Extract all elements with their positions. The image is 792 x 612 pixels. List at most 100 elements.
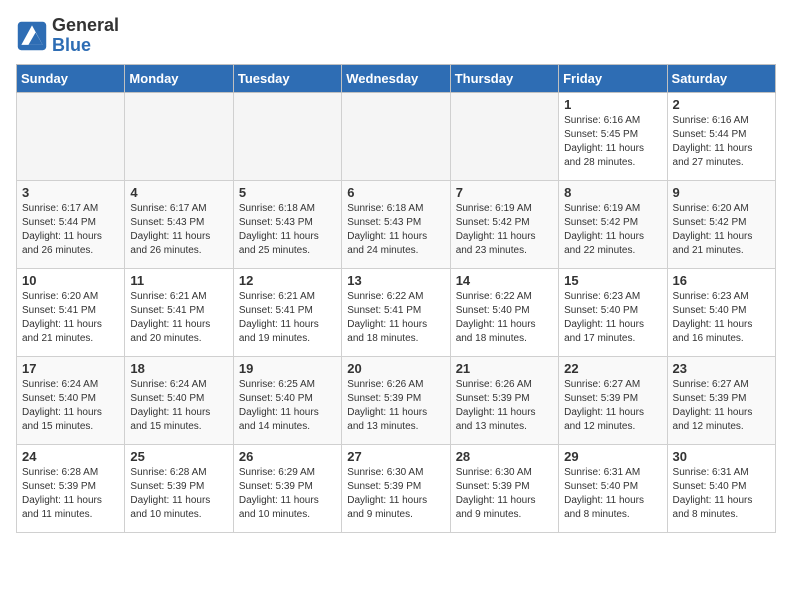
weekday-header: Wednesday	[342, 64, 450, 92]
calendar-day-cell: 1Sunrise: 6:16 AM Sunset: 5:45 PM Daylig…	[559, 92, 667, 180]
page-header: General Blue	[16, 16, 776, 56]
weekday-header: Saturday	[667, 64, 775, 92]
calendar-day-cell: 6 Sunrise: 6:18 AM Sunset: 5:43 PM Daylig…	[342, 180, 450, 268]
day-info: Sunrise: 6:27 AM Sunset: 5:39 PM Dayligh…	[564, 378, 661, 434]
day-info: Sunrise: 6:21 AM Sunset: 5:41 PM Dayligh…	[239, 290, 336, 346]
weekday-header: Sunday	[17, 64, 125, 92]
calendar-week-row: 10 Sunrise: 6:20 AM Sunset: 5:41 PM Dayli…	[17, 268, 776, 356]
day-info: Sunrise: 6:17 AM Sunset: 5:43 PM Dayligh…	[130, 202, 227, 258]
calendar-day-cell: 15 Sunrise: 6:23 AM Sunset: 5:40 PM Dayli…	[559, 268, 667, 356]
day-info: Sunrise: 6:21 AM Sunset: 5:41 PM Dayligh…	[130, 290, 227, 346]
day-info: Sunrise: 6:20 AM Sunset: 5:42 PM Dayligh…	[673, 202, 770, 258]
weekday-header: Tuesday	[233, 64, 341, 92]
day-info: Sunrise: 6:19 AM Sunset: 5:42 PM Dayligh…	[456, 202, 553, 258]
day-info: Sunrise: 6:22 AM Sunset: 5:41 PM Dayligh…	[347, 290, 444, 346]
day-info: Sunrise: 6:28 AM Sunset: 5:39 PM Dayligh…	[22, 466, 119, 522]
day-info: Sunrise: 6:18 AM Sunset: 5:43 PM Dayligh…	[347, 202, 444, 258]
day-info: Sunrise: 6:24 AM Sunset: 5:40 PM Dayligh…	[22, 378, 119, 434]
day-info: Sunrise: 6:26 AM Sunset: 5:39 PM Dayligh…	[347, 378, 444, 434]
calendar-day-cell: 7 Sunrise: 6:19 AM Sunset: 5:42 PM Daylig…	[450, 180, 558, 268]
day-info: Sunrise: 6:31 AM Sunset: 5:40 PM Dayligh…	[673, 466, 770, 522]
day-number: 6	[347, 185, 444, 200]
calendar-week-row: 24Sunrise: 6:28 AM Sunset: 5:39 PM Dayli…	[17, 444, 776, 532]
calendar-day-cell: 21Sunrise: 6:26 AM Sunset: 5:39 PM Dayli…	[450, 356, 558, 444]
day-number: 23	[673, 361, 770, 376]
logo: General Blue	[16, 16, 119, 56]
day-number: 7	[456, 185, 553, 200]
calendar-day-cell: 3Sunrise: 6:17 AM Sunset: 5:44 PM Daylig…	[17, 180, 125, 268]
day-info: Sunrise: 6:23 AM Sunset: 5:40 PM Dayligh…	[673, 290, 770, 346]
calendar-day-cell: 9 Sunrise: 6:20 AM Sunset: 5:42 PM Daylig…	[667, 180, 775, 268]
day-info: Sunrise: 6:16 AM Sunset: 5:44 PM Dayligh…	[673, 114, 770, 170]
calendar-day-cell: 4 Sunrise: 6:17 AM Sunset: 5:43 PM Daylig…	[125, 180, 233, 268]
day-number: 15	[564, 273, 661, 288]
day-number: 8	[564, 185, 661, 200]
logo-text: General Blue	[52, 16, 119, 56]
calendar-week-row: 1Sunrise: 6:16 AM Sunset: 5:45 PM Daylig…	[17, 92, 776, 180]
day-info: Sunrise: 6:23 AM Sunset: 5:40 PM Dayligh…	[564, 290, 661, 346]
day-info: Sunrise: 6:30 AM Sunset: 5:39 PM Dayligh…	[456, 466, 553, 522]
calendar-day-cell: 29 Sunrise: 6:31 AM Sunset: 5:40 PM Dayli…	[559, 444, 667, 532]
day-info: Sunrise: 6:29 AM Sunset: 5:39 PM Dayligh…	[239, 466, 336, 522]
day-info: Sunrise: 6:19 AM Sunset: 5:42 PM Dayligh…	[564, 202, 661, 258]
day-number: 5	[239, 185, 336, 200]
calendar-day-cell: 16 Sunrise: 6:23 AM Sunset: 5:40 PM Dayli…	[667, 268, 775, 356]
day-number: 22	[564, 361, 661, 376]
calendar-day-cell: 5 Sunrise: 6:18 AM Sunset: 5:43 PM Daylig…	[233, 180, 341, 268]
calendar-day-cell: 17 Sunrise: 6:24 AM Sunset: 5:40 PM Dayli…	[17, 356, 125, 444]
calendar-day-cell: 2 Sunrise: 6:16 AM Sunset: 5:44 PM Daylig…	[667, 92, 775, 180]
calendar-day-cell: 22 Sunrise: 6:27 AM Sunset: 5:39 PM Dayli…	[559, 356, 667, 444]
day-number: 11	[130, 273, 227, 288]
day-info: Sunrise: 6:18 AM Sunset: 5:43 PM Dayligh…	[239, 202, 336, 258]
day-info: Sunrise: 6:24 AM Sunset: 5:40 PM Dayligh…	[130, 378, 227, 434]
day-number: 19	[239, 361, 336, 376]
day-number: 10	[22, 273, 119, 288]
day-info: Sunrise: 6:20 AM Sunset: 5:41 PM Dayligh…	[22, 290, 119, 346]
day-number: 30	[673, 449, 770, 464]
logo-general: General	[52, 15, 119, 35]
day-info: Sunrise: 6:26 AM Sunset: 5:39 PM Dayligh…	[456, 378, 553, 434]
calendar-week-row: 17 Sunrise: 6:24 AM Sunset: 5:40 PM Dayli…	[17, 356, 776, 444]
calendar-day-cell	[450, 92, 558, 180]
calendar-day-cell	[233, 92, 341, 180]
day-number: 14	[456, 273, 553, 288]
calendar-day-cell: 13Sunrise: 6:22 AM Sunset: 5:41 PM Dayli…	[342, 268, 450, 356]
day-number: 2	[673, 97, 770, 112]
calendar-day-cell	[342, 92, 450, 180]
calendar-day-cell: 27Sunrise: 6:30 AM Sunset: 5:39 PM Dayli…	[342, 444, 450, 532]
day-info: Sunrise: 6:28 AM Sunset: 5:39 PM Dayligh…	[130, 466, 227, 522]
weekday-header-row: SundayMondayTuesdayWednesdayThursdayFrid…	[17, 64, 776, 92]
day-number: 27	[347, 449, 444, 464]
day-number: 9	[673, 185, 770, 200]
day-number: 4	[130, 185, 227, 200]
calendar-day-cell: 11 Sunrise: 6:21 AM Sunset: 5:41 PM Dayli…	[125, 268, 233, 356]
calendar-day-cell: 28Sunrise: 6:30 AM Sunset: 5:39 PM Dayli…	[450, 444, 558, 532]
weekday-header: Thursday	[450, 64, 558, 92]
day-info: Sunrise: 6:22 AM Sunset: 5:40 PM Dayligh…	[456, 290, 553, 346]
day-number: 18	[130, 361, 227, 376]
calendar-day-cell: 26 Sunrise: 6:29 AM Sunset: 5:39 PM Dayli…	[233, 444, 341, 532]
logo-blue: Blue	[52, 35, 91, 55]
calendar-day-cell	[125, 92, 233, 180]
calendar-day-cell: 10 Sunrise: 6:20 AM Sunset: 5:41 PM Dayli…	[17, 268, 125, 356]
calendar-day-cell	[17, 92, 125, 180]
day-number: 16	[673, 273, 770, 288]
logo-icon	[16, 20, 48, 52]
day-number: 26	[239, 449, 336, 464]
day-info: Sunrise: 6:25 AM Sunset: 5:40 PM Dayligh…	[239, 378, 336, 434]
day-info: Sunrise: 6:27 AM Sunset: 5:39 PM Dayligh…	[673, 378, 770, 434]
day-number: 1	[564, 97, 661, 112]
day-number: 29	[564, 449, 661, 464]
calendar-day-cell: 20 Sunrise: 6:26 AM Sunset: 5:39 PM Dayli…	[342, 356, 450, 444]
weekday-header: Friday	[559, 64, 667, 92]
calendar-day-cell: 14 Sunrise: 6:22 AM Sunset: 5:40 PM Dayli…	[450, 268, 558, 356]
calendar-day-cell: 8 Sunrise: 6:19 AM Sunset: 5:42 PM Daylig…	[559, 180, 667, 268]
day-number: 12	[239, 273, 336, 288]
day-number: 17	[22, 361, 119, 376]
calendar-day-cell: 23 Sunrise: 6:27 AM Sunset: 5:39 PM Dayli…	[667, 356, 775, 444]
calendar-table: SundayMondayTuesdayWednesdayThursdayFrid…	[16, 64, 776, 533]
day-number: 20	[347, 361, 444, 376]
calendar-day-cell: 30 Sunrise: 6:31 AM Sunset: 5:40 PM Dayli…	[667, 444, 775, 532]
calendar-day-cell: 24Sunrise: 6:28 AM Sunset: 5:39 PM Dayli…	[17, 444, 125, 532]
day-info: Sunrise: 6:31 AM Sunset: 5:40 PM Dayligh…	[564, 466, 661, 522]
